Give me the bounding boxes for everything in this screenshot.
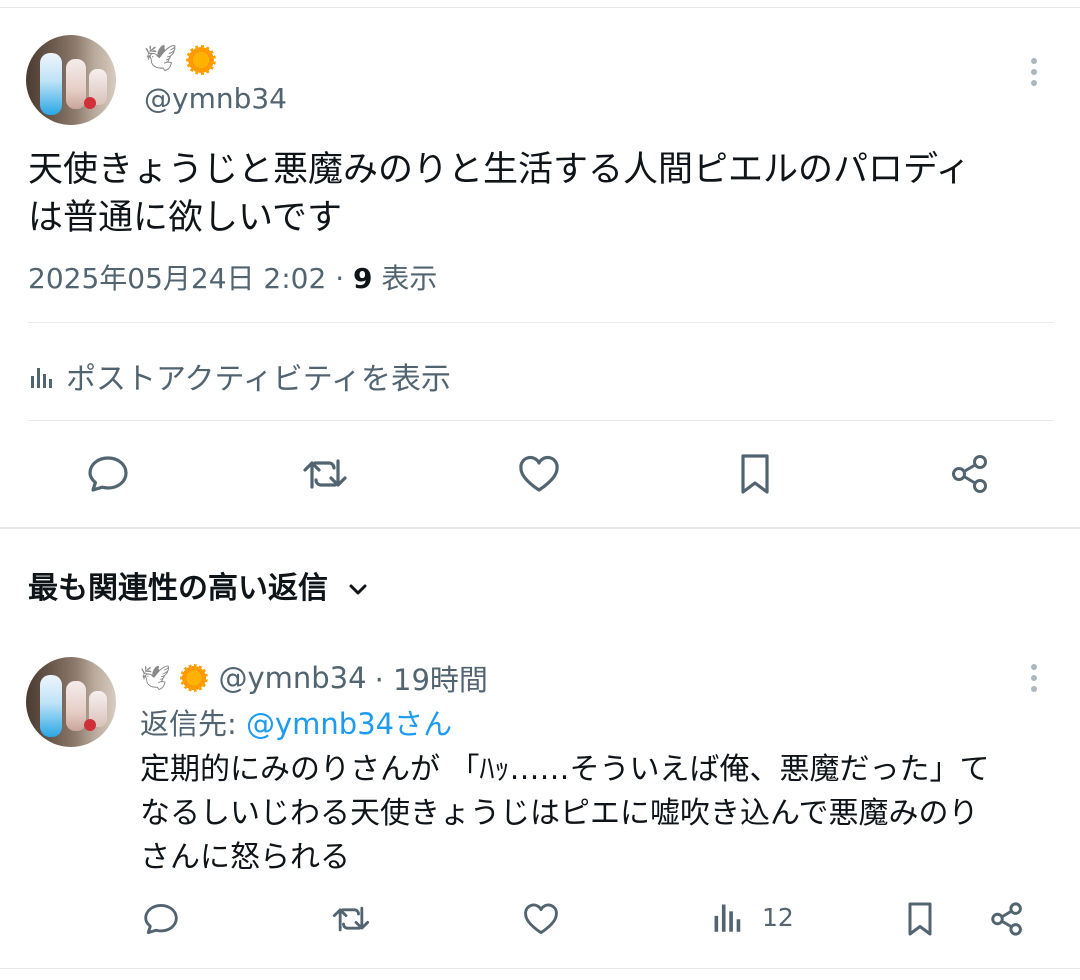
reply-to: 返信先: @ymnb34さん xyxy=(140,701,452,743)
divider xyxy=(28,420,1053,421)
more-options-icon[interactable] xyxy=(1029,58,1039,91)
views-label: 表示 xyxy=(381,262,438,295)
bottom-divider xyxy=(0,968,1080,969)
divider xyxy=(28,322,1053,323)
post-activity-link[interactable]: ポストアクティビティを表示 xyxy=(28,354,451,398)
reply-more-options-icon[interactable] xyxy=(1029,664,1039,697)
reply-handle[interactable]: @ymnb34 xyxy=(218,661,366,695)
post-handle[interactable]: @ymnb34 xyxy=(144,82,287,115)
post-meta: 2025年05月24日 2:02 · 9 表示 xyxy=(28,257,437,297)
bookmark-icon[interactable] xyxy=(727,446,783,502)
post-text-line-2: は普通に欲しいです xyxy=(28,198,342,238)
reply-time[interactable]: · 19時間 xyxy=(375,657,488,699)
reply-to-prefix: 返信先: xyxy=(140,707,237,741)
reply-text-line-2: なるしいじわる天使きょうじはピエに嘘吹き込んで悪魔みのり xyxy=(140,796,979,831)
activity-label: ポストアクティビティを表示 xyxy=(66,362,451,397)
sunflower-emoji-icon xyxy=(186,45,216,75)
analytics-icon xyxy=(28,363,54,398)
post-text-line-1: 天使きょうじと悪魔みのりと生活する人間ピエルのパロディ xyxy=(28,150,971,190)
reply-icon[interactable] xyxy=(80,446,136,502)
reply-avatar[interactable] xyxy=(26,657,116,747)
post-text: 天使きょうじと悪魔みのりと生活する人間ピエルのパロディ は普通に欲しいです xyxy=(28,146,1058,242)
replies-sort-dropdown[interactable]: 最も関連性の高い返信 xyxy=(28,563,370,607)
dove-emoji-icon: 🕊 xyxy=(144,44,178,74)
chevron-down-icon xyxy=(349,584,367,594)
reply-share-icon[interactable] xyxy=(979,891,1035,947)
dove-emoji-icon: 🕊 xyxy=(140,664,171,692)
top-divider xyxy=(0,7,1080,8)
reply-text: 定期的にみのりさんが 「ﾊｯ……そういえば俺、悪魔だった」て なるしいじわる天使… xyxy=(140,748,1060,880)
views-count: 9 xyxy=(353,262,373,295)
like-icon[interactable] xyxy=(511,446,567,502)
replies-sort-label: 最も関連性の高い返信 xyxy=(28,571,328,606)
reply-like-icon[interactable] xyxy=(513,891,569,947)
reply-views[interactable]: 12 xyxy=(712,900,794,934)
repost-icon[interactable] xyxy=(297,446,353,502)
sunflower-emoji-icon xyxy=(180,664,209,692)
reply-repost-icon[interactable] xyxy=(323,891,379,947)
reply-to-handle-link[interactable]: @ymnb34さん xyxy=(246,707,452,741)
reply-reply-icon[interactable] xyxy=(133,891,189,947)
analytics-icon xyxy=(714,904,741,932)
meta-separator: · xyxy=(335,262,345,295)
reply-bookmark-icon[interactable] xyxy=(892,891,948,947)
reply-views-count: 12 xyxy=(762,902,794,932)
share-icon[interactable] xyxy=(942,446,998,502)
post-timestamp[interactable]: 2025年05月24日 2:02 xyxy=(28,262,326,295)
section-divider xyxy=(0,527,1080,529)
reply-header: 🕊 @ymnb34 · 19時間 xyxy=(140,657,488,699)
reply-text-line-1: 定期的にみのりさんが 「ﾊｯ……そういえば俺、悪魔だった」て xyxy=(140,752,990,787)
reply-text-line-3: さんに怒られる xyxy=(140,840,350,875)
avatar[interactable] xyxy=(26,35,116,125)
